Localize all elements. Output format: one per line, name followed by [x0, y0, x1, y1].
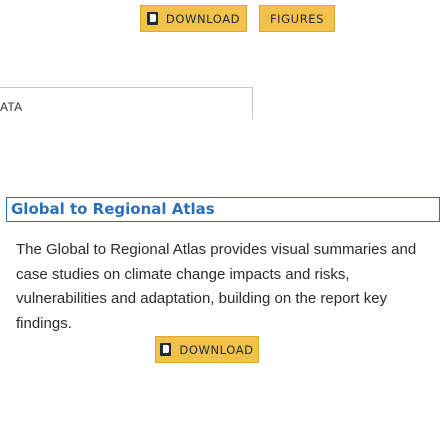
figures-button-label: FIGURES — [269, 11, 325, 26]
download-button-label: DOWNLOAD — [165, 11, 241, 26]
data-section-divider — [0, 87, 253, 119]
atlas-title-link[interactable]: Global to Regional Atlas — [6, 197, 440, 222]
document-icon — [160, 343, 172, 356]
download-button[interactable]: DOWNLOAD — [140, 5, 247, 32]
document-icon — [146, 12, 158, 25]
atlas-download-button[interactable]: DOWNLOAD — [155, 336, 259, 363]
figures-button[interactable]: FIGURES — [259, 5, 335, 32]
atlas-description: The Global to Regional Atlas provides vi… — [16, 241, 417, 332]
data-section-label: ATA — [0, 100, 23, 114]
atlas-download-button-label: DOWNLOAD — [179, 342, 254, 357]
